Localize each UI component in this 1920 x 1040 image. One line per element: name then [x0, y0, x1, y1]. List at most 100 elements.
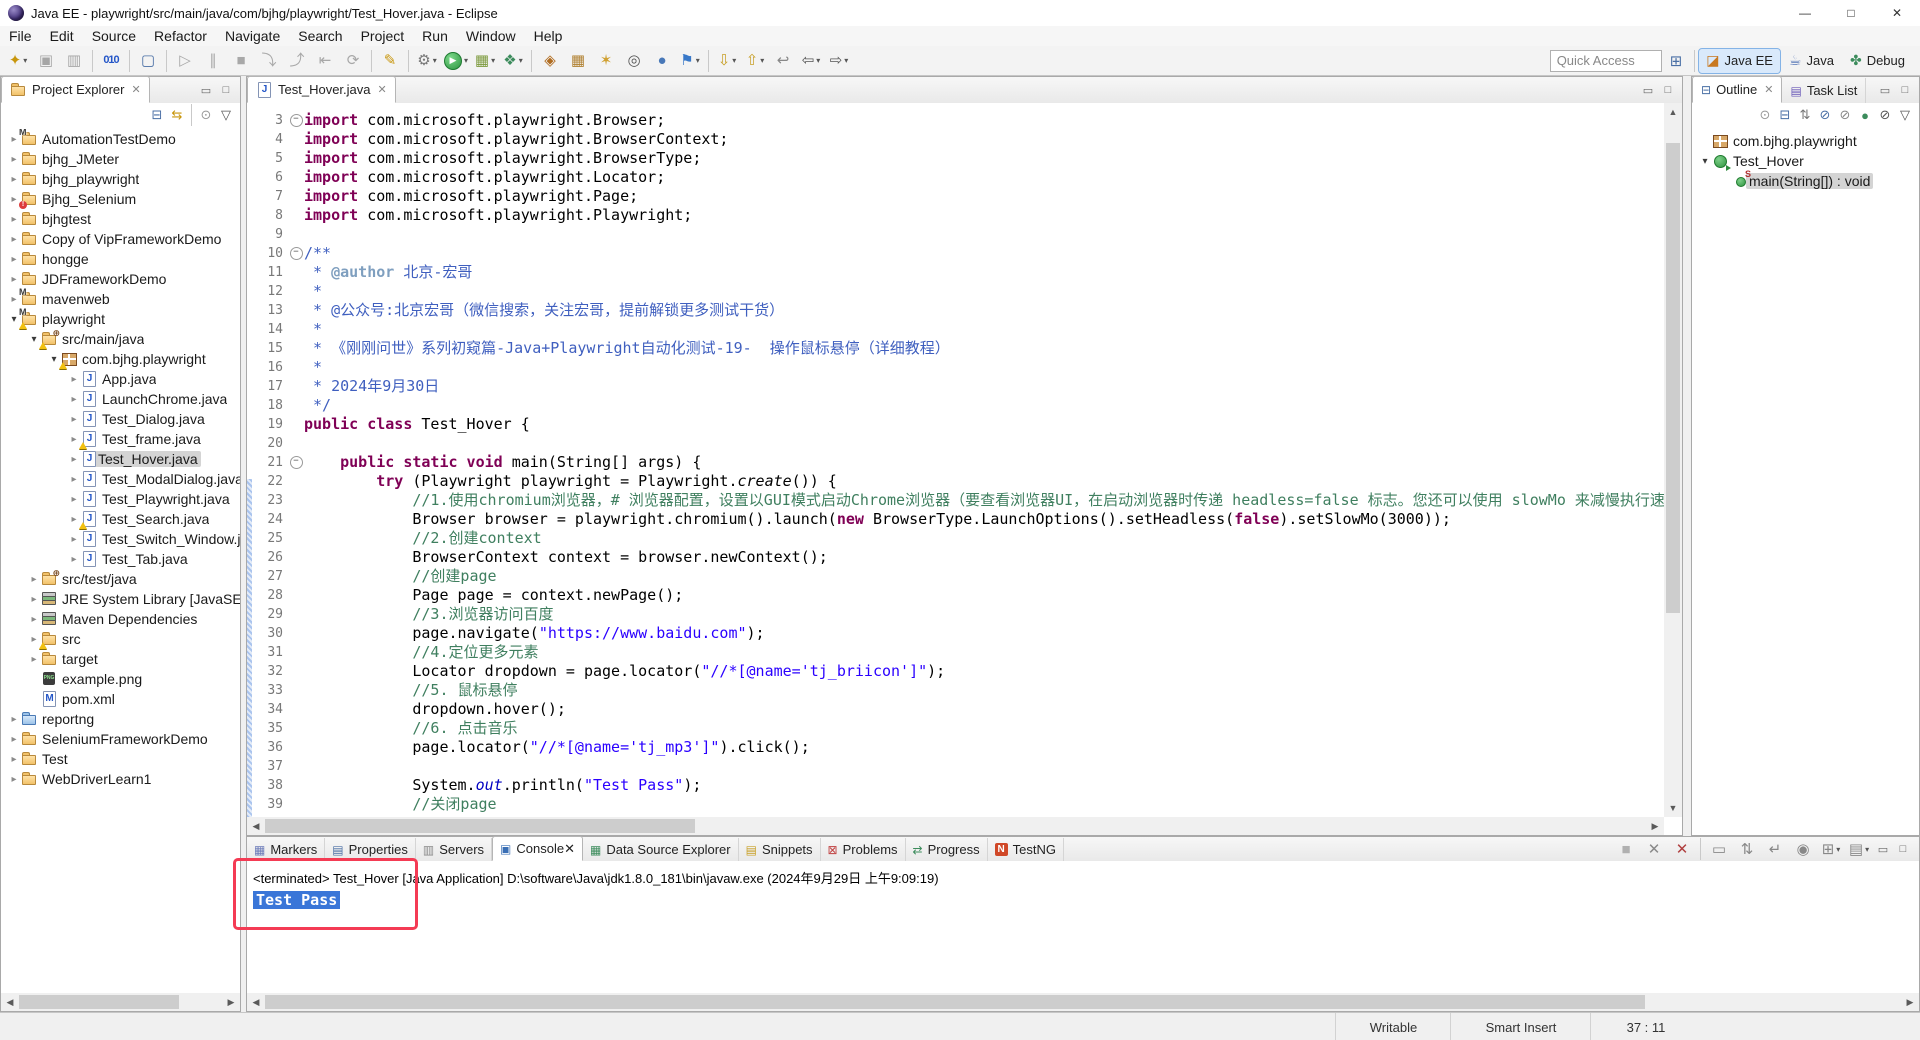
code-line-6[interactable]: 6import com.microsoft.playwright.Locator…	[247, 168, 1664, 187]
code-line-15[interactable]: 15 * 《刚刚问世》系列初窥篇-Java+Playwright自动化测试-19…	[247, 339, 1664, 358]
launch-client-button[interactable]: ▢	[135, 49, 161, 73]
remove-launch-button[interactable]: ✕	[1641, 837, 1667, 861]
clear-console-button[interactable]: ▭	[1706, 837, 1732, 861]
explorer-item-mavenweb[interactable]: ▸Mmavenweb	[1, 289, 240, 309]
perspective-debug[interactable]: ✤Debug	[1843, 49, 1912, 73]
coverage-button[interactable]: ▦▾	[472, 49, 498, 73]
explorer-item-launchchrome-java[interactable]: ▸JLaunchChrome.java	[1, 389, 240, 409]
code-line-33[interactable]: 33 //5. 鼠标悬停	[247, 681, 1664, 700]
explorer-item-target[interactable]: ▸target	[1, 649, 240, 669]
fold-minus-icon[interactable]: −	[288, 456, 304, 469]
menu-project[interactable]: Project	[352, 26, 414, 46]
code-line-38[interactable]: 38 System.out.println("Test Pass");	[247, 776, 1664, 795]
tab-task-list[interactable]: ▤Task List	[1782, 78, 1866, 103]
chevron-right-icon[interactable]: ▸	[67, 414, 81, 425]
outline-item-test-hover[interactable]: ▾Test_Hover	[1692, 151, 1919, 171]
code-line-17[interactable]: 17 * 2024年9月30日	[247, 377, 1664, 396]
code-line-12[interactable]: 12 *	[247, 282, 1664, 301]
menu-source[interactable]: Source	[83, 26, 145, 46]
chevron-right-icon[interactable]: ▸	[67, 374, 81, 385]
next-annotation-button[interactable]: ⇩▾	[714, 49, 740, 73]
maximize-panel-icon[interactable]: □	[1893, 843, 1913, 855]
explorer-item-test-search-java[interactable]: ▸JTest_Search.java	[1, 509, 240, 529]
close-button[interactable]: ✕	[1874, 0, 1920, 26]
menu-edit[interactable]: Edit	[41, 26, 83, 46]
tab-testng[interactable]: NTestNG	[988, 838, 1064, 861]
save-all-button[interactable]: ▥	[61, 49, 87, 73]
open-web-browser-button[interactable]: ●	[649, 49, 675, 73]
explorer-item-webdriverlearn1[interactable]: ▸WebDriverLearn1	[1, 769, 240, 789]
explorer-item-test-playwright-java[interactable]: ▸JTest_Playwright.java	[1, 489, 240, 509]
collapse-all-button[interactable]: ⊟	[1775, 105, 1795, 125]
chevron-right-icon[interactable]: ▸	[27, 614, 41, 625]
explorer-item-automationtestdemo[interactable]: ▸MAutomationTestDemo	[1, 129, 240, 149]
explorer-item-bjhgtest[interactable]: ▸bjhgtest	[1, 209, 240, 229]
code-line-3[interactable]: 3−import com.microsoft.playwright.Browse…	[247, 111, 1664, 130]
explorer-item-test[interactable]: ▸Test	[1, 749, 240, 769]
explorer-item-app-java[interactable]: ▸JApp.java	[1, 369, 240, 389]
toggle-mark-button[interactable]: ⚑▾	[677, 49, 703, 73]
menu-run[interactable]: Run	[413, 26, 457, 46]
minimize-panel-icon[interactable]: ▭	[1873, 843, 1893, 856]
chevron-right-icon[interactable]: ▸	[7, 154, 21, 165]
open-console-button[interactable]: ⊞▾	[1818, 837, 1844, 861]
hide-fields-button[interactable]: ⊘	[1815, 105, 1835, 125]
minimize-panel-icon[interactable]: ▭	[196, 84, 216, 97]
explorer-item-src-test-java[interactable]: ▸⊕src/test/java	[1, 569, 240, 589]
link-with-editor-button[interactable]: ⇆	[167, 105, 187, 125]
last-edit-location-button[interactable]: ↩	[770, 49, 796, 73]
menu-refactor[interactable]: Refactor	[145, 26, 216, 46]
code-line-28[interactable]: 28 Page page = context.newPage();	[247, 586, 1664, 605]
explorer-item-seleniumframeworkdemo[interactable]: ▸SeleniumFrameworkDemo	[1, 729, 240, 749]
chevron-right-icon[interactable]: ▸	[67, 534, 81, 545]
focus-on-active-task-button[interactable]: ⊙	[1755, 105, 1775, 125]
code-line-23[interactable]: 23 //1.使用chromium浏览器，# 浏览器配置，设置以GUI模式启动C…	[247, 491, 1664, 510]
code-line-32[interactable]: 32 Locator dropdown = page.locator("//*[…	[247, 662, 1664, 681]
display-selected-console-button[interactable]: ▤▾	[1846, 837, 1872, 861]
tab-servers[interactable]: ▥Servers	[416, 838, 492, 861]
run-last-disabled-button[interactable]: ▷	[172, 49, 198, 73]
maximize-panel-icon[interactable]: □	[1895, 84, 1915, 96]
hide-local-types-button[interactable]: ⊘	[1875, 105, 1895, 125]
maximize-button[interactable]: □	[1828, 0, 1874, 26]
code-editor[interactable]: 3−import com.microsoft.playwright.Browse…	[247, 103, 1664, 817]
chevron-right-icon[interactable]: ▸	[67, 454, 81, 465]
code-line-34[interactable]: 34 dropdown.hover();	[247, 700, 1664, 719]
maximize-panel-icon[interactable]: □	[216, 84, 236, 96]
outline-item-main-string-void[interactable]: Smain(String[]) : void	[1692, 171, 1919, 191]
tab-console[interactable]: ▣Console✕	[492, 836, 583, 861]
explorer-item-test-tab-java[interactable]: ▸JTest_Tab.java	[1, 549, 240, 569]
terminate-console-button[interactable]: ■	[1613, 837, 1639, 861]
code-line-8[interactable]: 8import com.microsoft.playwright.Playwri…	[247, 206, 1664, 225]
back-button[interactable]: ⇦▾	[798, 49, 824, 73]
explorer-item-test-frame-java[interactable]: ▸JTest_frame.java	[1, 429, 240, 449]
explorer-item-pom-xml[interactable]: Mpom.xml	[1, 689, 240, 709]
close-icon[interactable]: ✕	[131, 83, 140, 96]
chevron-right-icon[interactable]: ▸	[67, 474, 81, 485]
explorer-item-reportng[interactable]: ▸reportng	[1, 709, 240, 729]
code-line-35[interactable]: 35 //6. 点击音乐	[247, 719, 1664, 738]
explorer-item-example-png[interactable]: PNGexample.png	[1, 669, 240, 689]
maximize-editor-icon[interactable]: □	[1658, 84, 1678, 96]
explorer-item-jdframeworkdemo[interactable]: ▸JDFrameworkDemo	[1, 269, 240, 289]
console-hscrollbar[interactable]: ◀ ▶	[247, 993, 1919, 1011]
explorer-item-playwright[interactable]: ▾Mplaywright	[1, 309, 240, 329]
tab-problems[interactable]: ⊠Problems	[821, 838, 906, 861]
word-wrap-button[interactable]: ↵	[1762, 837, 1788, 861]
explorer-item-test-dialog-java[interactable]: ▸JTest_Dialog.java	[1, 409, 240, 429]
chevron-right-icon[interactable]: ▸	[7, 234, 21, 245]
close-icon[interactable]: ✕	[564, 841, 575, 857]
mark-occurrences-button[interactable]: ✎	[377, 49, 403, 73]
step-over-button[interactable]: ⤴	[284, 49, 310, 73]
fold-minus-icon[interactable]: −	[288, 114, 304, 127]
menu-help[interactable]: Help	[525, 26, 572, 46]
tab-test-hover-java[interactable]: J Test_Hover.java ✕	[247, 76, 396, 103]
chevron-right-icon[interactable]: ▸	[7, 754, 21, 765]
sort-button[interactable]: ⇅	[1795, 105, 1815, 125]
code-line-24[interactable]: 24 Browser browser = playwright.chromium…	[247, 510, 1664, 529]
code-line-16[interactable]: 16 *	[247, 358, 1664, 377]
explorer-item-bjhg-selenium[interactable]: ▸!Bjhg_Selenium	[1, 189, 240, 209]
code-line-14[interactable]: 14 *	[247, 320, 1664, 339]
code-line-36[interactable]: 36 page.locator("//*[@name='tj_mp3']").c…	[247, 738, 1664, 757]
explorer-hscrollbar[interactable]: ◀ ▶	[1, 993, 240, 1011]
